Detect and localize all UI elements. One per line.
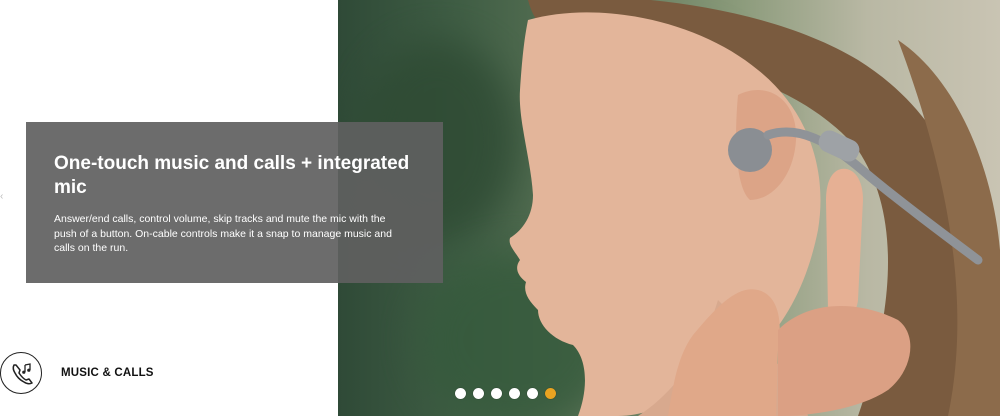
carousel-dot-5[interactable] [527,388,538,399]
feature-title: One-touch music and calls + integrated m… [54,153,410,198]
feature-label: MUSIC & CALLS [61,367,154,379]
phone-music-icon [0,352,42,394]
carousel-dots [455,388,556,399]
carousel-dot-2[interactable] [473,388,484,399]
edge-mark: ‹ [0,191,4,202]
carousel-dot-4[interactable] [509,388,520,399]
carousel-dot-1[interactable] [455,388,466,399]
carousel-dot-3[interactable] [491,388,502,399]
feature-description: Answer/end calls, control volume, skip t… [54,213,392,254]
feature-overlay: One-touch music and calls + integrated m… [26,122,443,283]
carousel-dot-6[interactable] [545,388,556,399]
